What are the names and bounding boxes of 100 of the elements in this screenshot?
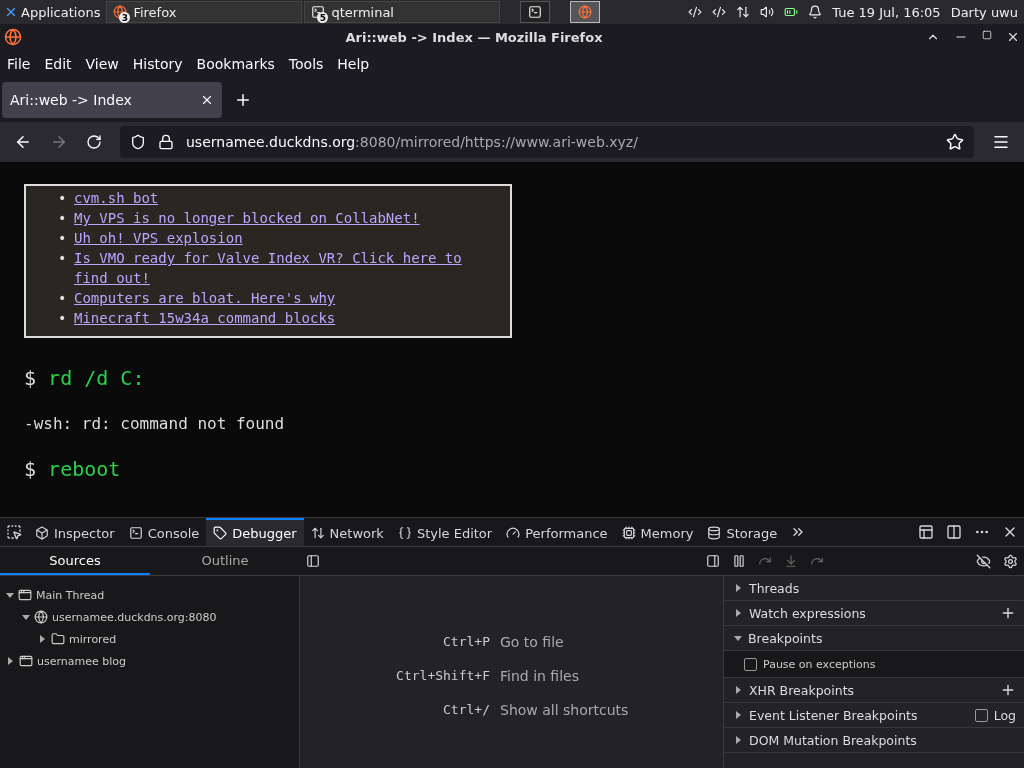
globe-icon xyxy=(34,610,48,624)
post-link[interactable]: Minecraft 15w34a command blocks xyxy=(74,308,336,328)
post-link[interactable]: Is VMO ready for Valve Index VR? Click here to find out! xyxy=(74,248,494,288)
new-tab-icon xyxy=(234,91,252,109)
panel-toggle-icon xyxy=(306,554,320,568)
devtools-tab[interactable]: Performance xyxy=(499,518,615,546)
back-icon xyxy=(14,133,32,151)
panel-tab[interactable]: Outline xyxy=(150,547,300,575)
terminal-icon xyxy=(528,5,543,19)
shortcut-label[interactable]: Go to file xyxy=(500,634,723,650)
globe-icon xyxy=(578,5,593,19)
deactivate-icon xyxy=(976,553,991,569)
devtools-tab[interactable]: Storage xyxy=(700,518,785,546)
reload-icon xyxy=(86,134,102,150)
step-in-icon xyxy=(784,554,798,568)
checkbox[interactable] xyxy=(744,657,757,671)
add-icon xyxy=(1000,682,1016,698)
disclosure-icon[interactable] xyxy=(40,635,45,643)
shortcut-keys: Ctrl+Shift+F xyxy=(300,668,490,684)
menu-item[interactable]: Tools xyxy=(288,56,324,72)
disclosure-icon[interactable] xyxy=(736,584,741,592)
volume-icon xyxy=(760,5,775,19)
taskbar-icon[interactable] xyxy=(570,1,601,23)
devtools-tab[interactable]: Console xyxy=(121,518,207,546)
checkbox[interactable] xyxy=(974,708,988,722)
list-bullet: • xyxy=(58,309,66,328)
disclosure-icon[interactable] xyxy=(736,609,741,617)
post-link[interactable]: cvm.sh bot xyxy=(74,188,159,208)
post-link[interactable]: Uh oh! VPS explosion xyxy=(74,228,243,248)
console-icon xyxy=(128,526,143,540)
menu-item[interactable]: Bookmarks xyxy=(196,56,275,72)
disclosure-icon[interactable] xyxy=(736,736,741,744)
box-icon xyxy=(35,526,49,540)
x-logo-icon xyxy=(4,5,18,19)
devtools-tab[interactable]: Inspector xyxy=(28,518,122,546)
chip-icon xyxy=(621,526,636,540)
menu-item[interactable]: View xyxy=(85,56,119,72)
add-icon xyxy=(1000,605,1016,621)
post-link[interactable]: My VPS is no longer blocked on CollabNet! xyxy=(74,208,420,228)
menu-item[interactable]: History xyxy=(132,56,183,72)
post-link[interactable]: Computers are bloat. Here's why xyxy=(74,288,336,308)
tree-item[interactable]: Main Thread xyxy=(36,588,105,602)
network-icon xyxy=(688,5,703,19)
battery-icon xyxy=(784,5,799,19)
bookmark-star-icon xyxy=(946,133,964,151)
list-bullet: • xyxy=(58,249,66,268)
taskbar-button[interactable]: 3 Firefox xyxy=(106,1,303,23)
checkbox-label: Pause on exceptions xyxy=(763,657,876,671)
shortcut-label[interactable]: Show all shortcuts xyxy=(500,702,723,718)
address-bar[interactable]: usernamee.duckdns.org:8080/mirrored/https://www.ari-web.xyz/ xyxy=(120,126,974,158)
menu-item[interactable]: File xyxy=(7,56,31,72)
network-icon xyxy=(712,5,727,19)
count-badge: 5 xyxy=(317,12,329,23)
shield-icon xyxy=(130,134,146,150)
close-icon xyxy=(200,93,214,107)
disclosure-icon[interactable] xyxy=(6,592,14,598)
arrows-icon xyxy=(310,526,325,540)
disclosure-icon[interactable] xyxy=(736,711,741,719)
count-badge: 3 xyxy=(119,12,131,23)
layout-icon xyxy=(918,524,934,540)
tree-item[interactable]: usernamee.duckdns.org:8080 xyxy=(52,610,217,624)
menu-item[interactable]: Edit xyxy=(44,56,72,72)
disclosure-icon[interactable] xyxy=(8,657,13,665)
devtools-tab[interactable]: Debugger xyxy=(206,518,304,546)
window-icon xyxy=(19,654,33,668)
close-icon xyxy=(1006,30,1020,44)
tree-item[interactable]: mirrored xyxy=(69,632,117,646)
tree-item[interactable]: usernamee blog xyxy=(37,654,126,668)
devtools-tab[interactable]: Style Editor xyxy=(390,518,500,546)
settings-icon xyxy=(1003,553,1018,569)
transfer-icon xyxy=(736,5,751,19)
clock[interactable]: Tue 19 Jul, 16:05 xyxy=(832,4,941,20)
shortcut-keys: Ctrl+P xyxy=(300,634,490,650)
braces-icon xyxy=(397,526,412,540)
taskbar-button[interactable]: 5 qterminal xyxy=(304,1,501,23)
dock-icon xyxy=(946,524,962,540)
disclosure-icon[interactable] xyxy=(22,614,30,620)
terminal-command: $ reboot xyxy=(24,457,122,481)
devtools-tab[interactable]: Memory xyxy=(614,518,701,546)
devtools-tab[interactable]: Network xyxy=(303,518,391,546)
folder-icon xyxy=(51,632,65,646)
list-bullet: • xyxy=(58,209,66,228)
taskbar-icon[interactable] xyxy=(520,1,551,23)
disclosure-icon[interactable] xyxy=(736,686,741,694)
lock-icon xyxy=(158,134,174,150)
checkbox-label: Log xyxy=(993,707,1016,723)
list-bullet: • xyxy=(58,229,66,248)
menu-item[interactable]: Help xyxy=(337,56,370,72)
terminal-command: $ rd /d C: xyxy=(24,366,146,390)
shortcut-label[interactable]: Find in files xyxy=(500,668,723,684)
pause-icon xyxy=(732,554,746,568)
disclosure-icon[interactable] xyxy=(734,635,742,641)
terminal-output: -wsh: rd: command not found xyxy=(24,414,286,433)
menu-icon xyxy=(992,133,1010,151)
user-name[interactable]: Darty uwu xyxy=(950,4,1018,20)
list-bullet: • xyxy=(58,189,66,208)
browser-tab[interactable]: Ari::web -> Index xyxy=(2,82,222,118)
picker-icon xyxy=(6,524,22,540)
panel-toggle-icon xyxy=(706,554,720,568)
applications-menu[interactable]: Applications xyxy=(0,4,105,20)
